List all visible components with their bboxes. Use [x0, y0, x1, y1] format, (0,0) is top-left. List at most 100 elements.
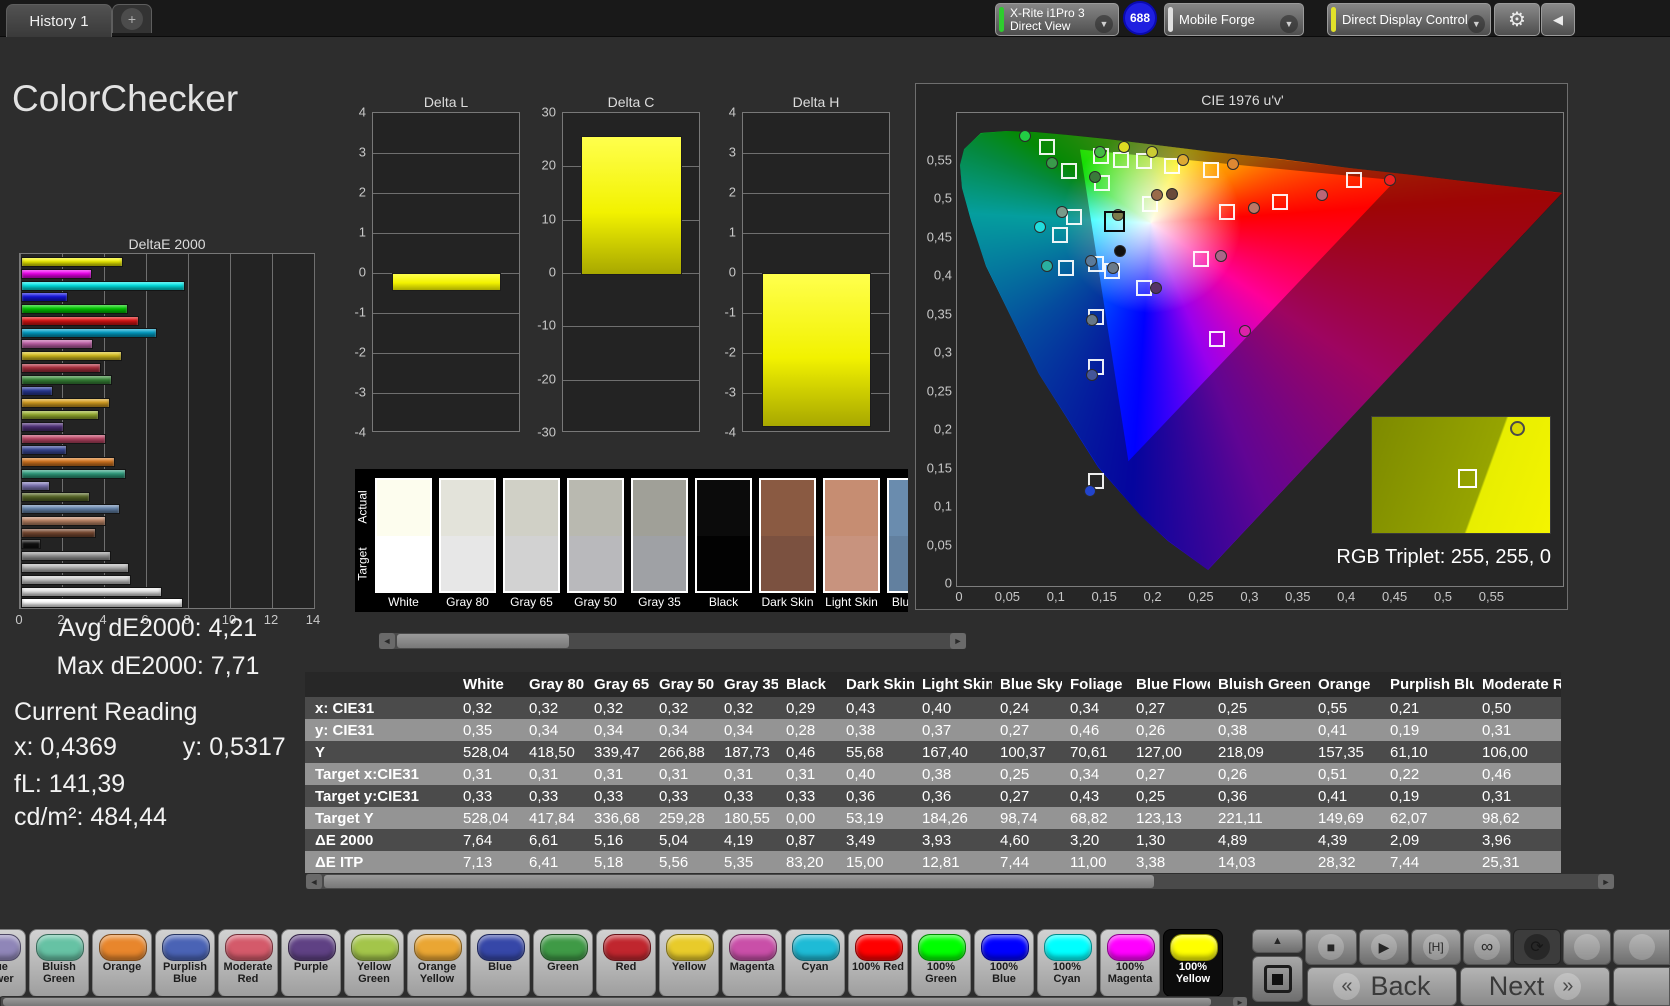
- new-tab-button[interactable]: +: [112, 4, 152, 33]
- settings-button[interactable]: ⚙: [1494, 3, 1540, 36]
- axis-tick-label: 0,15: [918, 460, 952, 475]
- stop-button[interactable]: ■: [1305, 929, 1357, 965]
- patch-button-orange[interactable]: Orange: [92, 929, 152, 997]
- strip-scrollbar[interactable]: ◄ ►: [378, 632, 967, 650]
- patch-button-100-blue[interactable]: 100% Blue: [974, 929, 1034, 997]
- table-cell: 0,33: [521, 788, 586, 805]
- play-icon: ▶: [1371, 934, 1397, 960]
- patch-button-yellow-green[interactable]: Yellow Green: [344, 929, 404, 997]
- patch-button-100-red[interactable]: 100% Red: [848, 929, 908, 997]
- scroll-right-icon[interactable]: ►: [950, 633, 966, 649]
- patch-button-green[interactable]: Green: [533, 929, 593, 997]
- tab-history-1[interactable]: History 1: [6, 4, 112, 37]
- play-button[interactable]: ▶: [1359, 929, 1409, 965]
- patch-target-swatch: [697, 536, 750, 592]
- patch-name: Gray 35: [631, 595, 688, 609]
- loop-button[interactable]: ∞: [1463, 929, 1511, 965]
- column-header-orange: Orange: [1310, 676, 1382, 693]
- calman-window: History 1 + X-Rite i1Pro 3 Direct View ▼…: [0, 0, 1670, 1006]
- circle-icon: [1574, 934, 1600, 960]
- cie-measured-dot: [1166, 188, 1178, 200]
- patch-button-purple[interactable]: Purple: [281, 929, 341, 997]
- back-button[interactable]: « Back: [1307, 967, 1457, 1006]
- deltae-bar-green: [21, 375, 112, 385]
- table-cell: 6,41: [521, 854, 586, 871]
- meter-dropdown[interactable]: X-Rite i1Pro 3 Direct View ▼: [995, 3, 1119, 36]
- axis-tick-label: -2: [332, 345, 366, 360]
- table-cell: 3,96: [1474, 832, 1561, 849]
- collapse-panel-button[interactable]: ◀: [1541, 3, 1575, 36]
- patch-button-label: Magenta: [725, 961, 779, 973]
- gridline: [373, 313, 519, 314]
- cie-measured-dot: [1177, 154, 1189, 166]
- patch-button-red[interactable]: Red: [596, 929, 656, 997]
- patch-button-purplish-blue[interactable]: Purplish Blue: [155, 929, 215, 997]
- patch-button-blue[interactable]: Blue: [470, 929, 530, 997]
- gridline: [373, 233, 519, 234]
- scroll-right-icon[interactable]: ►: [1233, 997, 1247, 1006]
- table-scrollbar-thumb[interactable]: [324, 875, 1154, 888]
- workflow-dropdown[interactable]: Direct Display Control ▼: [1327, 3, 1491, 36]
- clipped-transport-button[interactable]: [1613, 929, 1670, 965]
- patch-button-100-yellow[interactable]: 100% Yellow: [1163, 929, 1223, 997]
- scroll-left-icon[interactable]: ◄: [379, 633, 395, 649]
- swatch-color: [0, 934, 21, 961]
- scroll-right-icon[interactable]: ►: [1598, 874, 1614, 889]
- table-cell: 0,31: [521, 766, 586, 783]
- table-cell: 0,51: [1310, 766, 1382, 783]
- blank-transport-button[interactable]: [1563, 929, 1611, 965]
- patch-button-bluish-green[interactable]: Bluish Green: [29, 929, 89, 997]
- row-label: y: CIE31: [305, 722, 455, 739]
- axis-tick-label: 0,2: [1144, 589, 1162, 604]
- patch-button-orange-yellow[interactable]: Orange Yellow: [407, 929, 467, 997]
- table-cell: 0,32: [455, 700, 521, 717]
- swatch-color: [351, 934, 399, 961]
- deltae-bar-gray-80: [21, 587, 162, 597]
- patch-button-100-green[interactable]: 100% Green: [911, 929, 971, 997]
- row-label: ΔE ITP: [305, 854, 455, 871]
- table-scrollbar[interactable]: ◄ ►: [305, 873, 1615, 890]
- axis-tick-label: -30: [522, 425, 556, 440]
- column-header-gray-50: Gray 50: [651, 676, 716, 693]
- patch-button-blue-flower[interactable]: Blue Flower: [0, 929, 26, 997]
- gridline: [146, 254, 147, 608]
- scroll-left-icon[interactable]: ◄: [306, 874, 322, 889]
- axis-tick-label: 0,55: [918, 152, 952, 167]
- next-button[interactable]: Next »: [1460, 967, 1610, 1006]
- cie-target-square: [1203, 162, 1219, 178]
- patch-list-up-button[interactable]: ▲: [1252, 929, 1303, 953]
- refresh-button[interactable]: ⟳: [1513, 929, 1561, 965]
- patch-white: [375, 478, 432, 593]
- patch-gray-35: [631, 478, 688, 593]
- swatch-color: [414, 934, 462, 961]
- table-cell: 184,26: [914, 810, 992, 827]
- table-row-y-cie31: y: CIE310,350,340,340,340,340,280,380,37…: [305, 719, 1561, 741]
- table-cell: 0,37: [914, 722, 992, 739]
- patch-actual-swatch: [825, 480, 878, 536]
- patch-window-button[interactable]: [1252, 956, 1303, 1002]
- patch-button-100-cyan[interactable]: 100% Cyan: [1037, 929, 1097, 997]
- patch-bar-scrollbar[interactable]: ►: [0, 996, 1248, 1006]
- cie-target-square: [1219, 204, 1235, 220]
- source-dropdown[interactable]: Mobile Forge ▼: [1164, 3, 1304, 36]
- axis-tick-label: 0,25: [918, 383, 952, 398]
- patch-gray-80: [439, 478, 496, 593]
- patch-button-cyan[interactable]: Cyan: [785, 929, 845, 997]
- table-cell: 0,36: [914, 788, 992, 805]
- table-cell: 2,09: [1382, 832, 1474, 849]
- patch-button-moderate-red[interactable]: Moderate Red: [218, 929, 278, 997]
- table-cell: 28,32: [1310, 854, 1382, 871]
- column-header-blue-flower: Blue Flower: [1128, 676, 1210, 693]
- cie-measured-dot: [1118, 141, 1130, 153]
- patch-bar-scrollbar-thumb[interactable]: [3, 998, 1211, 1006]
- table-cell: 259,28: [651, 810, 716, 827]
- table-cell: 0,24: [992, 700, 1062, 717]
- strip-scrollbar-thumb[interactable]: [397, 634, 569, 648]
- patch-button-magenta[interactable]: Magenta: [722, 929, 782, 997]
- table-cell: 123,13: [1128, 810, 1210, 827]
- patch-button-yellow[interactable]: Yellow: [659, 929, 719, 997]
- hold-button[interactable]: [H]: [1411, 929, 1461, 965]
- patch-button-label: Moderate Red: [221, 961, 275, 985]
- patch-button-100-magenta[interactable]: 100% Magenta: [1100, 929, 1160, 997]
- clipped-next-button[interactable]: [1613, 967, 1670, 1006]
